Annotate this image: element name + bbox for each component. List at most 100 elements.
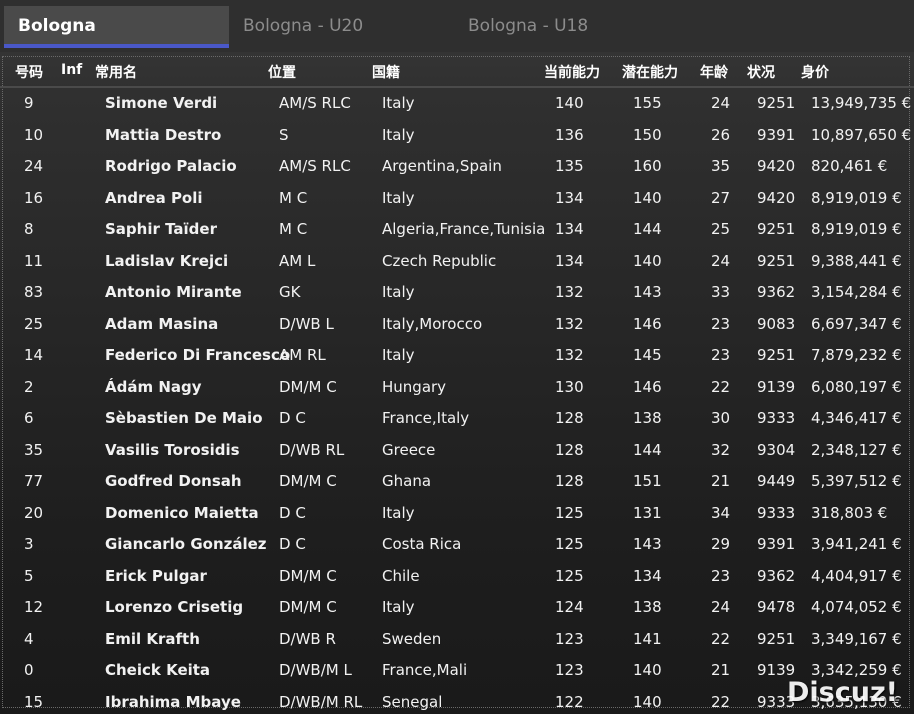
- table-row[interactable]: 5 Erick Pulgar DM/M C Chile 125 134 23 9362 4,40…: [0, 561, 914, 592]
- column-header-current-ability[interactable]: 当前能力: [544, 62, 600, 82]
- cell-position: GK: [279, 283, 301, 301]
- cell-nationality: Italy: [382, 503, 415, 522]
- cell-name: Ibrahima Mbaye: [105, 692, 241, 711]
- cell-name: Vasilis Torosidis: [105, 440, 240, 459]
- cell-age: 32: [711, 440, 731, 459]
- cell-potential-ability: 160: [633, 157, 662, 175]
- cell-name: Adam Masina: [105, 314, 219, 333]
- cell-condition: 9449: [757, 472, 796, 490]
- cell-nationality: Italy: [382, 598, 415, 616]
- cell-position: D/WB/M L: [279, 661, 352, 679]
- cell-age: 22: [711, 377, 731, 396]
- table-row[interactable]: 24 Rodrigo Palacio AM/S RLC Argentina,Spain…: [0, 151, 914, 182]
- cell-current-ability: 132: [555, 346, 584, 364]
- cell-condition: 9251: [757, 629, 796, 648]
- table-row[interactable]: 16 Andrea Poli M C Italy 134 140 27 9420 8,919,0…: [0, 183, 914, 214]
- cell-position: M C: [279, 188, 308, 207]
- cell-name: Sèbastien De Maio: [105, 409, 263, 427]
- table-row[interactable]: 15 Ibrahima Mbaye D/WB/M RL Senegal 122 140 22…: [0, 687, 914, 714]
- cell-current-ability: 132: [555, 283, 584, 301]
- table-row[interactable]: 12 Lorenzo Crisetig DM/M C Italy 124 138 24 947…: [0, 592, 914, 623]
- cell-nationality: France,Italy: [382, 409, 470, 427]
- cell-value: 7,879,232 €: [811, 346, 902, 364]
- cell-potential-ability: 146: [633, 377, 662, 396]
- cell-condition: 9391: [757, 535, 796, 553]
- table-row[interactable]: 35 Vasilis Torosidis D/WB RL Greece 128 144 32…: [0, 435, 914, 466]
- cell-name: Andrea Poli: [105, 188, 203, 207]
- cell-current-ability: 134: [555, 251, 584, 270]
- squad-view: Bologna Bologna - U20 Bologna - U18 号码 I…: [0, 0, 914, 714]
- column-header-inf[interactable]: Inf: [61, 62, 82, 78]
- cell-age: 30: [711, 409, 731, 427]
- column-header-name[interactable]: 常用名: [95, 62, 137, 82]
- cell-position: D C: [279, 503, 306, 522]
- cell-value: 10,897,650 €: [811, 125, 912, 144]
- cell-position: AM RL: [279, 346, 326, 364]
- cell-nationality: Italy: [382, 125, 415, 144]
- cell-value: 8,919,019 €: [811, 188, 902, 207]
- cell-number: 6: [24, 409, 34, 427]
- table-row[interactable]: 2 Ádám Nagy DM/M C Hungary 130 146 22 9139 6,080…: [0, 372, 914, 403]
- cell-age: 24: [711, 251, 731, 270]
- table-row[interactable]: 8 Saphir Taïder M C Algeria,France,Tunisia 1…: [0, 214, 914, 245]
- column-header-number[interactable]: 号码: [15, 62, 43, 82]
- table-row[interactable]: 83 Antonio Mirante GK Italy 132 143 33 9362 3,15…: [0, 277, 914, 308]
- table-row[interactable]: 14 Federico Di Francesco AM RL Italy 132 145 2…: [0, 340, 914, 371]
- cell-number: 15: [24, 692, 44, 711]
- cell-age: 34: [711, 503, 731, 522]
- cell-position: AM/S RLC: [279, 94, 351, 112]
- cell-number: 10: [24, 125, 44, 144]
- table-row[interactable]: 9 Simone Verdi AM/S RLC Italy 140 155 24 9251 13…: [0, 88, 914, 119]
- cell-current-ability: 124: [555, 598, 584, 616]
- cell-potential-ability: 140: [633, 661, 662, 679]
- column-header-condition[interactable]: 状况: [747, 62, 775, 82]
- cell-nationality: Chile: [382, 566, 420, 585]
- column-header-position[interactable]: 位置: [268, 62, 296, 82]
- table-row[interactable]: 10 Mattia Destro S Italy 136 150 26 9391 10,897,…: [0, 120, 914, 151]
- tab-bologna-u18[interactable]: Bologna - U18: [468, 6, 588, 48]
- column-header-value[interactable]: 身价: [801, 62, 829, 82]
- cell-number: 9: [24, 94, 34, 112]
- cell-name: Saphir Taïder: [105, 220, 217, 238]
- cell-value: 6,080,197 €: [811, 377, 902, 396]
- cell-current-ability: 128: [555, 440, 584, 459]
- cell-current-ability: 134: [555, 188, 584, 207]
- cell-position: DM/M C: [279, 472, 337, 490]
- table-row[interactable]: 0 Cheick Keita D/WB/M L France,Mali 123 140 21…: [0, 655, 914, 686]
- cell-position: AM/S RLC: [279, 157, 351, 175]
- table-row[interactable]: 4 Emil Krafth D/WB R Sweden 123 141 22 9251 3,34…: [0, 624, 914, 655]
- cell-potential-ability: 138: [633, 598, 662, 616]
- tab-bologna-u20[interactable]: Bologna - U20: [243, 6, 363, 48]
- cell-value: 3,349,167 €: [811, 629, 902, 648]
- cell-name: Emil Krafth: [105, 629, 200, 648]
- cell-name: Antonio Mirante: [105, 283, 242, 301]
- cell-number: 5: [24, 566, 34, 585]
- cell-value: 4,074,052 €: [811, 598, 902, 616]
- cell-potential-ability: 140: [633, 692, 662, 711]
- column-header-nationality[interactable]: 国籍: [372, 62, 400, 82]
- cell-condition: 9420: [757, 188, 796, 207]
- cell-name: Rodrigo Palacio: [105, 157, 237, 175]
- table-row[interactable]: 11 Ladislav Krejci AM L Czech Republic 134 14…: [0, 246, 914, 277]
- column-header-age[interactable]: 年龄: [700, 62, 728, 82]
- table-row[interactable]: 77 Godfred Donsah DM/M C Ghana 128 151 21 9449 5…: [0, 466, 914, 497]
- table-row[interactable]: 25 Adam Masina D/WB L Italy,Morocco 132 146 23…: [0, 309, 914, 340]
- cell-position: DM/M C: [279, 566, 337, 585]
- cell-number: 24: [24, 157, 44, 175]
- cell-age: 33: [711, 283, 731, 301]
- watermark-logo: Discuz!: [787, 677, 898, 708]
- table-row[interactable]: 20 Domenico Maietta D C Italy 125 131 34 9333 31…: [0, 498, 914, 529]
- column-header-potential-ability[interactable]: 潜在能力: [622, 62, 678, 82]
- cell-condition: 9251: [757, 94, 796, 112]
- cell-condition: 9362: [757, 283, 796, 301]
- cell-age: 29: [711, 535, 731, 553]
- cell-name: Lorenzo Crisetig: [105, 598, 244, 616]
- table-row[interactable]: 3 Giancarlo González D C Costa Rica 125 143 29…: [0, 529, 914, 560]
- tab-bologna[interactable]: Bologna: [4, 6, 229, 48]
- cell-condition: 9251: [757, 346, 796, 364]
- cell-value: 2,348,127 €: [811, 440, 902, 459]
- cell-value: 8,919,019 €: [811, 220, 902, 238]
- cell-number: 8: [24, 220, 34, 238]
- table-row[interactable]: 6 Sèbastien De Maio D C France,Italy 128 138 3…: [0, 403, 914, 434]
- cell-condition: 9478: [757, 598, 796, 616]
